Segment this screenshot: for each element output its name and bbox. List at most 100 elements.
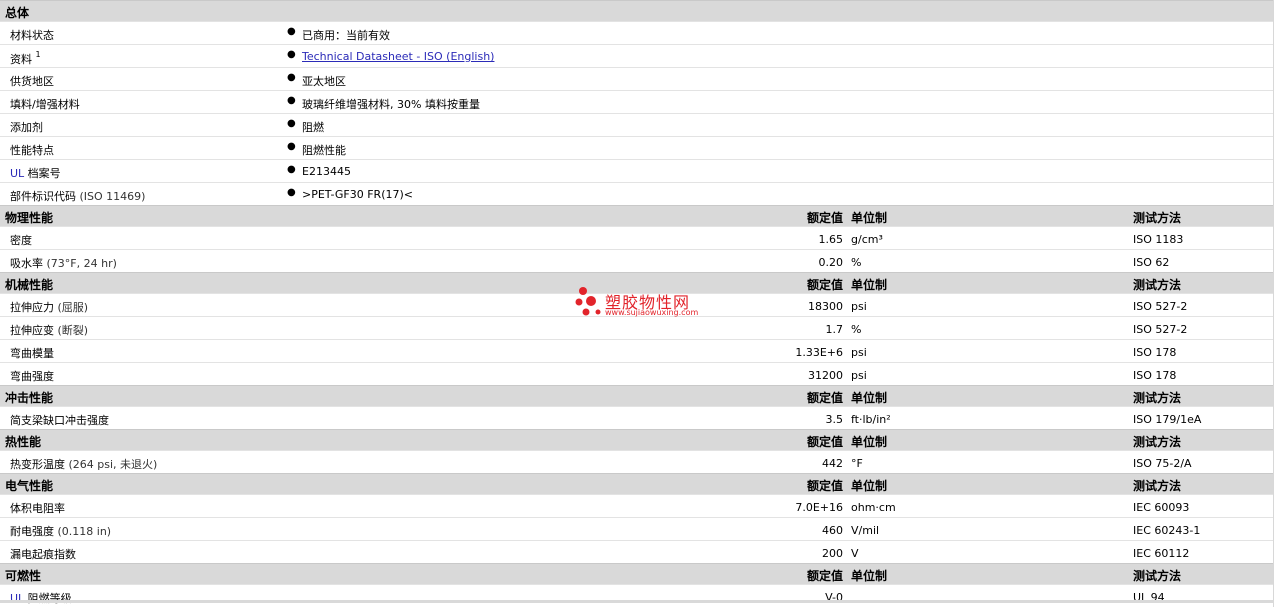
section-title: 可燃性 [5,569,42,583]
bullet-icon: ● [287,187,296,198]
row-label: 体积电阻率 [10,502,65,515]
row-unit: ohm·cm [851,501,896,514]
table-row: 资料 1 ● Technical Datasheet - ISO (Englis… [0,44,1273,67]
row-value: >PET-GF30 FR(17)< [302,188,413,201]
row-value: 1.65 [818,233,844,246]
row-label: 添加剂 [10,121,43,134]
table-row: 密度 1.65 g/cm³ ISO 1183 [0,226,1273,249]
row-method: IEC 60093 [1133,501,1190,514]
table-row: 拉伸应力 (屈服) 18300 psi ISO 527-2 [0,293,1273,316]
column-header-value: 额定值 [806,479,843,493]
row-unit: V/mil [851,524,880,537]
row-note: (断裂) [57,324,89,337]
section-header-physical: 物理性能 额定值 单位制 测试方法 [0,205,1273,226]
column-header-method: 测试方法 [1133,569,1182,583]
table-row: 拉伸应变 (断裂) 1.7 % ISO 527-2 [0,316,1273,339]
row-value: 阻燃性能 [302,144,346,157]
column-header-value: 额定值 [806,435,843,449]
row-method: ISO 75-2/A [1133,457,1192,470]
section-title: 热性能 [5,435,42,449]
column-header-value: 额定值 [806,278,843,292]
section-title: 总体 [5,6,30,20]
row-method: IEC 60112 [1133,547,1190,560]
row-value: 阻燃 [302,121,324,134]
bullet-icon: ● [287,164,296,175]
row-method: ISO 1183 [1133,233,1184,246]
row-value: 0.20 [818,256,844,269]
column-header-unit: 单位制 [851,278,888,292]
column-header-value: 额定值 [806,211,843,225]
bullet-icon: ● [287,141,296,152]
bullet-icon: ● [287,26,296,37]
row-value: 1.33E+6 [795,346,843,359]
table-row: 添加剂 ● 阻燃 [0,113,1273,136]
row-value: 7.0E+16 [795,501,843,514]
ul-link[interactable]: UL [10,592,24,605]
row-label: 性能特点 [10,144,54,157]
ul-link[interactable]: UL [10,167,24,180]
row-method: IEC 60243-1 [1133,524,1201,537]
column-header-method: 测试方法 [1133,211,1182,225]
row-value: 18300 [808,300,843,313]
table-row: 体积电阻率 7.0E+16 ohm·cm IEC 60093 [0,494,1273,517]
row-unit: % [851,323,862,336]
row-label: 拉伸应力 [10,301,54,314]
row-label-wrap: 拉伸应力 (屈服) [10,299,88,315]
table-row: 弯曲模量 1.33E+6 psi ISO 178 [0,339,1273,362]
table-row: 填料/增强材料 ● 玻璃纤维增强材料, 30% 填料按重量 [0,90,1273,113]
row-label-wrap: 部件标识代码 (ISO 11469) [10,188,145,204]
row-label: 供货地区 [10,75,54,88]
table-row: 吸水率 (73°F, 24 hr) 0.20 % ISO 62 [0,249,1273,272]
row-unit: ft·lb/in² [851,413,891,426]
table-row: 弯曲强度 31200 psi ISO 178 [0,362,1273,385]
column-header-unit: 单位制 [851,211,888,225]
row-label-wrap: 热变形温度 (264 psi, 未退火) [10,456,157,472]
row-label: 吸水率 [10,257,43,270]
section-title: 电气性能 [5,479,54,493]
row-label: 弯曲模量 [10,347,54,360]
bullet-icon: ● [287,95,296,106]
table-row: 性能特点 ● 阻燃性能 [0,136,1273,159]
row-label-wrap: 拉伸应变 (断裂) [10,322,88,338]
row-value: 31200 [808,369,843,382]
table-row: 材料状态 ● 已商用：当前有效 [0,21,1273,44]
row-label-wrap: 资料 1 [10,50,41,67]
table-row: 供货地区 ● 亚太地区 [0,67,1273,90]
section-title: 冲击性能 [5,391,54,405]
table-row: 漏电起痕指数 200 V IEC 60112 [0,540,1273,563]
row-label: 档案号 [24,167,61,180]
row-note: (264 psi, 未退火) [68,458,158,471]
row-value: 已商用：当前有效 [302,29,390,42]
section-header-flammability: 可燃性 额定值 单位制 测试方法 [0,563,1273,584]
column-header-method: 测试方法 [1133,479,1182,493]
column-header-unit: 单位制 [851,391,888,405]
section-header-general: 总体 [0,0,1273,21]
datasheet-link[interactable]: Technical Datasheet - ISO (English) [302,50,494,63]
bullet-icon: ● [287,72,296,83]
row-note: (屈服) [57,301,89,314]
row-unit: V [851,547,859,560]
row-unit: g/cm³ [851,233,883,246]
table-row: 简支梁缺口冲击强度 3.5 ft·lb/in² ISO 179/1eA [0,406,1273,429]
row-label-wrap: 耐电强度 (0.118 in) [10,523,111,539]
column-header-value: 额定值 [806,569,843,583]
row-value: 200 [822,547,843,560]
row-method: ISO 62 [1133,256,1170,269]
row-method: ISO 527-2 [1133,323,1188,336]
column-header-method: 测试方法 [1133,278,1182,292]
row-value: E213445 [302,165,351,178]
column-header-unit: 单位制 [851,569,888,583]
bullet-icon: ● [287,118,296,129]
section-header-impact: 冲击性能 额定值 单位制 测试方法 [0,385,1273,406]
row-unit: % [851,256,862,269]
row-method: ISO 178 [1133,346,1177,359]
row-label-wrap: UL 档案号 [10,165,61,181]
section-header-electrical: 电气性能 额定值 单位制 测试方法 [0,473,1273,494]
row-label: 热变形温度 [10,458,65,471]
row-unit: psi [851,346,867,359]
column-header-method: 测试方法 [1133,435,1182,449]
table-row: UL 档案号 ● E213445 [0,159,1273,182]
row-label: 阻燃等级 [24,592,72,605]
row-label-wrap: 吸水率 (73°F, 24 hr) [10,255,117,271]
row-value: 1.7 [825,323,844,336]
